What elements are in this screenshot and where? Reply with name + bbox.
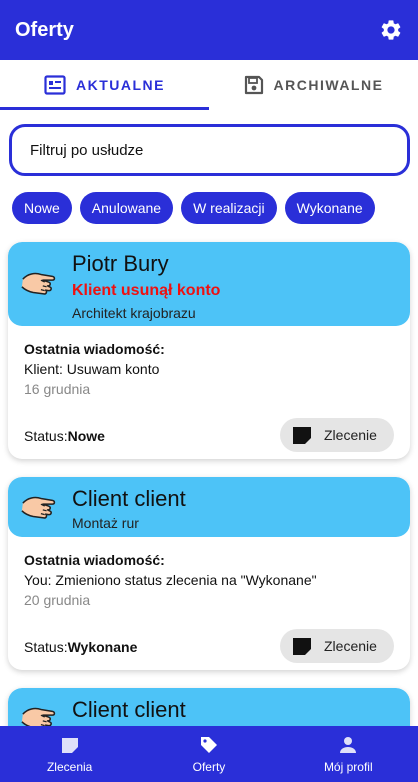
- last-message: Klient: Usuwam konto: [24, 361, 160, 377]
- gear-icon[interactable]: [379, 18, 403, 42]
- tab-label: ARCHIWALNE: [273, 77, 384, 93]
- note-icon: [293, 427, 311, 444]
- chip-anulowane[interactable]: Anulowane: [79, 192, 174, 224]
- order-button-label: Zlecenie: [324, 638, 377, 654]
- order-button-label: Zlecenie: [324, 427, 377, 443]
- handshake-icon: [21, 496, 56, 519]
- tab-archiwalne[interactable]: ARCHIWALNE: [209, 60, 418, 110]
- nav-label: Zlecenia: [46, 759, 93, 774]
- status-label: Status:: [24, 639, 68, 655]
- order-button[interactable]: Zlecenie: [280, 418, 394, 452]
- order-button[interactable]: Zlecenie: [280, 629, 394, 663]
- chip-wykonane[interactable]: Wykonane: [284, 192, 375, 224]
- tab-aktualne[interactable]: AKTUALNE: [0, 60, 209, 110]
- bottom-navigation: Zlecenia Oferty Mój profil: [0, 726, 418, 782]
- service-name: Montaż rur: [72, 515, 139, 531]
- offer-card-body: Ostatnia wiadomość: Klient: Usuwam konto…: [8, 326, 410, 397]
- status-row: Status:Wykonane: [24, 639, 137, 655]
- last-message: You: Zmieniono status zlecenia na "Wykon…: [24, 572, 317, 588]
- nav-zlecenia[interactable]: Zlecenia: [0, 726, 139, 782]
- message-date: 16 grudnia: [24, 381, 91, 397]
- status-filter-chips: Nowe Anulowane W realizacji Wykonane: [12, 192, 375, 224]
- list-card-icon: [44, 75, 66, 95]
- message-date: 20 grudnia: [24, 592, 91, 608]
- status-value: Nowe: [67, 428, 105, 444]
- client-name: Piotr Bury: [72, 251, 169, 276]
- offer-card-header: Client client Montaż rur: [8, 477, 410, 537]
- nav-label: Mój profil: [323, 759, 373, 774]
- nav-oferty[interactable]: Oferty: [139, 726, 278, 782]
- nav-moj-profil[interactable]: Mój profil: [279, 726, 418, 782]
- offer-card[interactable]: Client client Montaż rur Ostatnia wiadom…: [8, 477, 410, 670]
- handshake-icon: [21, 272, 56, 295]
- nav-label: Oferty: [192, 759, 226, 774]
- offer-card[interactable]: Client client: [8, 688, 410, 726]
- app-bar: Oferty: [0, 0, 418, 60]
- note-icon: [293, 638, 311, 655]
- offer-card[interactable]: Piotr Bury Klient usunął konto Architekt…: [8, 242, 410, 459]
- chip-nowe[interactable]: Nowe: [12, 192, 72, 224]
- service-name: Architekt krajobrazu: [72, 305, 196, 321]
- chip-w-realizacji[interactable]: W realizacji: [181, 192, 277, 224]
- last-message-label: Ostatnia wiadomość:: [24, 341, 165, 357]
- service-filter-input[interactable]: Filtruj po usłudze: [9, 124, 410, 176]
- offers-list[interactable]: Filtruj po usłudze Nowe Anulowane W real…: [0, 110, 418, 726]
- status-row: Status:Nowe: [24, 428, 105, 444]
- person-icon: [340, 736, 357, 753]
- status-value: Wykonane: [67, 639, 138, 655]
- document-icon: [61, 737, 78, 753]
- save-icon: [244, 75, 263, 95]
- tab-label: AKTUALNE: [76, 77, 165, 93]
- offer-card-header: Client client: [8, 688, 410, 726]
- last-message-label: Ostatnia wiadomość:: [24, 552, 165, 568]
- offer-card-body: Ostatnia wiadomość: You: Zmieniono statu…: [8, 537, 410, 608]
- page-title: Oferty: [15, 18, 74, 41]
- tab-bar: AKTUALNE ARCHIWALNE: [0, 60, 418, 110]
- account-deleted-alert: Klient usunął konto: [72, 282, 221, 299]
- client-name: Client client: [72, 486, 186, 511]
- client-name: Client client: [72, 697, 186, 722]
- offer-card-header: Piotr Bury Klient usunął konto Architekt…: [8, 242, 410, 326]
- tag-icon: [200, 736, 217, 753]
- handshake-icon: [21, 707, 56, 726]
- status-label: Status:: [24, 428, 68, 444]
